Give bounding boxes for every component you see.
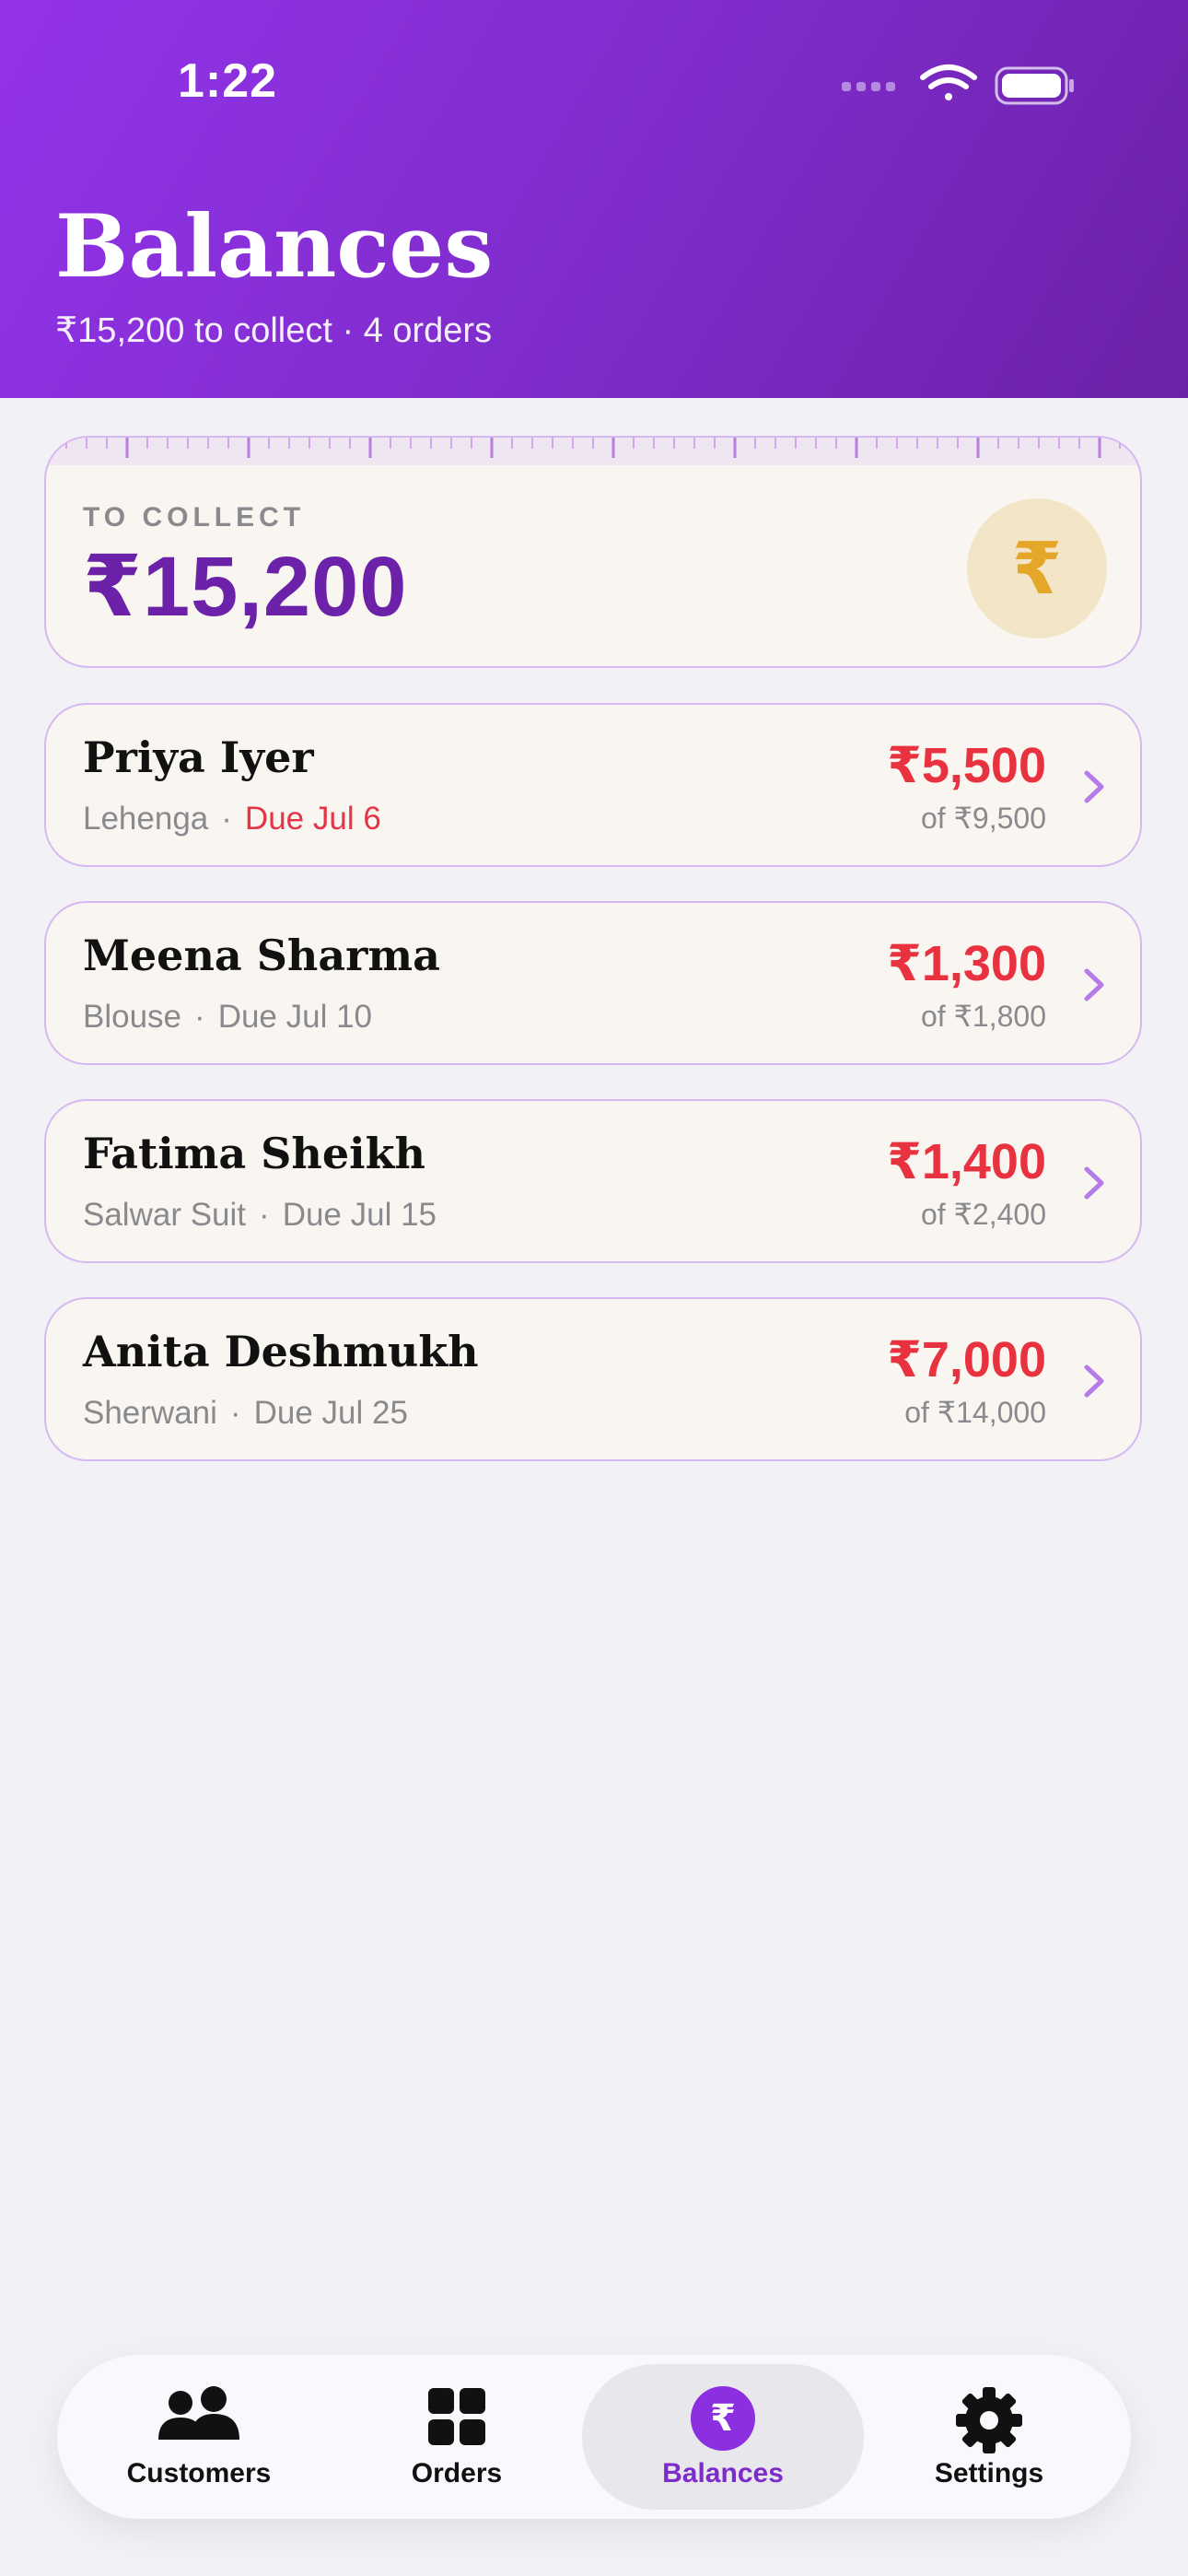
separator-dot: ·	[221, 801, 232, 837]
grid-icon	[428, 2388, 485, 2445]
due-date: Due Jul 15	[282, 1197, 437, 1233]
rupee-icon: ₹	[967, 498, 1107, 638]
chevron-right-icon	[1084, 770, 1104, 803]
order-total: of ₹2,400	[920, 1198, 1046, 1231]
order-total: of ₹9,500	[920, 802, 1046, 835]
order-meta: Blouse · Due Jul 10	[83, 999, 372, 1036]
customer-name: Meena Sharma	[83, 931, 440, 980]
order-meta: Lehenga · Due Jul 6	[83, 801, 381, 837]
garment-type: Lehenga	[83, 801, 209, 837]
separator-dot: ·	[259, 1197, 270, 1233]
balance-amount: ₹7,000	[887, 1332, 1046, 1388]
order-card[interactable]: Anita Deshmukh Sherwani · Due Jul 25 ₹7,000 o…	[44, 1297, 1142, 1461]
garment-type: Sherwani	[83, 1395, 217, 1431]
garment-type: Salwar Suit	[83, 1197, 247, 1233]
customer-name: Priya Iyer	[83, 732, 314, 782]
customer-name: Anita Deshmukh	[83, 1327, 479, 1376]
summary-amount: ₹15,200	[83, 540, 408, 634]
order-meta: Salwar Suit · Due Jul 15	[83, 1197, 437, 1234]
page-subtitle: ₹15,200 to collect · 4 orders	[55, 311, 493, 350]
separator-dot: ·	[229, 1395, 241, 1431]
tab-customers[interactable]: Customers	[70, 2355, 328, 2519]
rupee-icon: ₹	[691, 2386, 755, 2451]
chevron-right-icon	[1084, 1166, 1104, 1200]
order-meta: Sherwani · Due Jul 25	[83, 1395, 408, 1432]
garment-type: Blouse	[83, 999, 182, 1035]
customer-name: Fatima Sheikh	[83, 1129, 425, 1178]
page-title: Balances	[55, 196, 494, 298]
chevron-right-icon	[1084, 1364, 1104, 1398]
wifi-icon	[920, 64, 977, 100]
tab-label: Orders	[411, 2458, 503, 2488]
tab-settings[interactable]: Settings	[860, 2355, 1118, 2519]
status-time: 1:22	[178, 54, 278, 108]
due-date: Due Jul 25	[253, 1395, 408, 1431]
balance-amount: ₹1,300	[887, 936, 1046, 991]
order-card[interactable]: Fatima Sheikh Salwar Suit · Due Jul 15 ₹1,40…	[44, 1099, 1142, 1263]
balance-amount: ₹5,500	[887, 738, 1046, 793]
people-icon	[158, 2386, 239, 2440]
tab-bar: Customers Orders ₹ Balances Settings	[57, 2355, 1131, 2519]
order-total: of ₹1,800	[920, 1000, 1046, 1033]
order-card[interactable]: Meena Sharma Blouse · Due Jul 10 ₹1,300 of ₹1…	[44, 901, 1142, 1065]
tab-label: Settings	[934, 2458, 1044, 2488]
chevron-right-icon	[1084, 968, 1104, 1001]
tab-balances[interactable]: ₹ Balances	[582, 2364, 864, 2510]
summary-label: TO COLLECT	[83, 502, 306, 533]
gear-icon	[956, 2387, 1022, 2453]
ruler-decoration	[46, 438, 1140, 465]
battery-icon	[995, 66, 1074, 105]
header: 1:22 Balances ₹15,200 to collect · 4 ord…	[0, 0, 1188, 398]
cellular-signal-icon	[842, 82, 895, 91]
due-date: Due Jul 10	[217, 999, 373, 1035]
summary-card: TO COLLECT ₹15,200 ₹	[44, 436, 1142, 668]
tab-label: Balances	[662, 2458, 784, 2488]
due-date: Due Jul 6	[244, 801, 381, 837]
tab-orders[interactable]: Orders	[328, 2355, 586, 2519]
tab-label: Customers	[126, 2458, 272, 2488]
status-icons	[842, 64, 1074, 105]
balance-amount: ₹1,400	[887, 1134, 1046, 1189]
separator-dot: ·	[194, 999, 205, 1035]
order-card[interactable]: Priya Iyer Lehenga · Due Jul 6 ₹5,500 of ₹9,5…	[44, 703, 1142, 867]
order-total: of ₹14,000	[904, 1396, 1046, 1429]
